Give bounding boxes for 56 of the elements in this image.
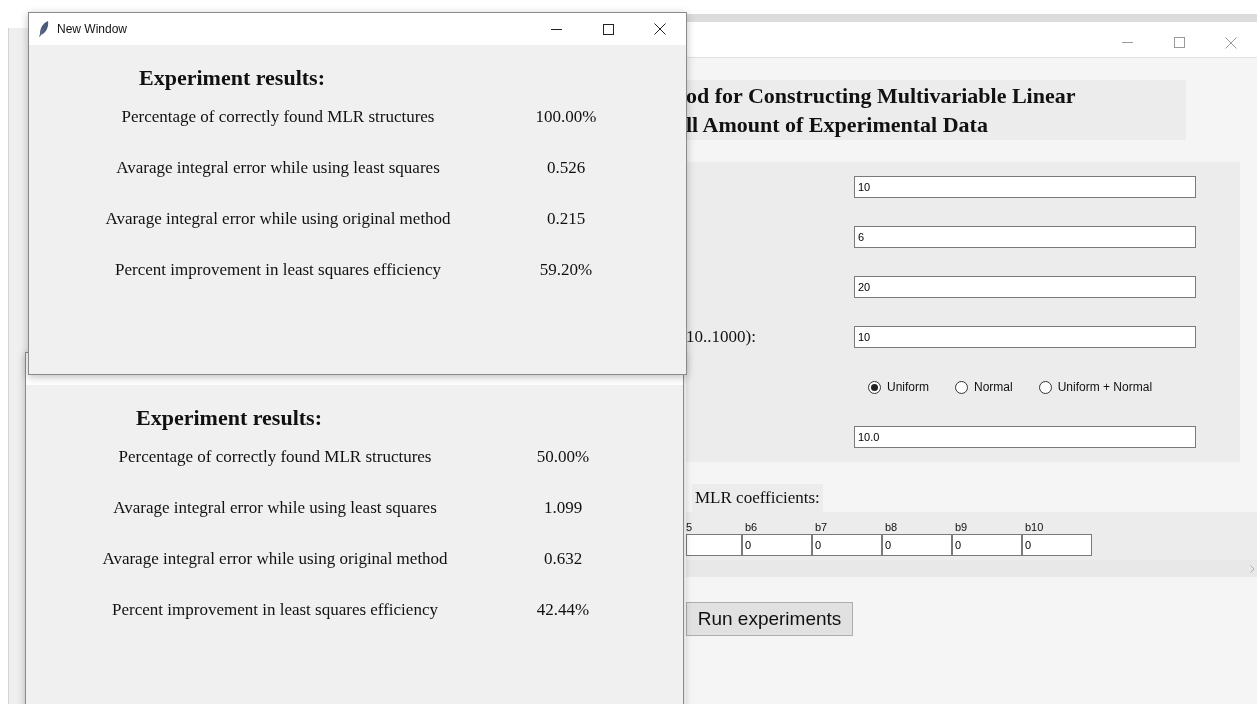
- app-title: od for Constructing Multivariable Linear: [686, 82, 1077, 110]
- radio-label: Normal: [974, 379, 1013, 396]
- result-label: Avarage integral error while using original method: [105, 207, 451, 230]
- radio-button[interactable]: [1038, 380, 1052, 394]
- input-field[interactable]: 6: [854, 226, 1196, 248]
- results-heading: Experiment results:: [135, 404, 322, 431]
- chevron-right-icon: [1250, 564, 1255, 573]
- coefficients-label: MLR coefficients:: [695, 487, 820, 510]
- feather-icon: [39, 21, 49, 37]
- coefficient-label: 5: [686, 520, 693, 534]
- result-label: Percentage of correctly found MLR structures: [121, 105, 435, 128]
- radio-button[interactable]: [955, 380, 968, 394]
- minimize-icon: [550, 28, 562, 30]
- input-field[interactable]: 10: [854, 176, 1196, 198]
- coefficient-label: b7: [814, 520, 828, 534]
- result-label: Percent improvement in least squares efficiency: [115, 258, 441, 281]
- field-label: 10..1000):: [686, 327, 756, 347]
- coefficient-field[interactable]: 0: [742, 534, 812, 556]
- coefficient-label: b8: [884, 520, 898, 534]
- coefficient-label: b6: [744, 520, 758, 534]
- result-value: 50.00%: [536, 445, 590, 468]
- maximize-icon: [1173, 37, 1185, 48]
- input-field[interactable]: 10.0: [854, 426, 1196, 448]
- result-value: 100.00%: [535, 105, 597, 128]
- result-value: 59.20%: [539, 258, 593, 281]
- radio-label: Uniform: [887, 379, 929, 396]
- input-field[interactable]: 10: [854, 326, 1196, 348]
- coefficient-field[interactable]: [686, 534, 742, 556]
- coefficient-field[interactable]: 0: [1022, 534, 1092, 556]
- result-value: 1.099: [543, 496, 583, 519]
- coefficient-label: b10: [1024, 520, 1044, 534]
- input-field[interactable]: 20: [854, 276, 1196, 298]
- maximize-icon: [602, 23, 614, 35]
- coefficient-field[interactable]: 0: [812, 534, 882, 556]
- result-value: 0.526: [546, 156, 586, 179]
- result-label: Avarage integral error while using least squares: [113, 496, 437, 519]
- coefficient-field[interactable]: 0: [952, 534, 1022, 556]
- results-heading: Experiment results:: [138, 64, 325, 91]
- result-label: Percentage of correctly found MLR structures: [118, 445, 432, 468]
- window-title: New Window: [57, 21, 128, 38]
- horizontal-scrollbar[interactable]: [686, 560, 1257, 577]
- coefficient-field[interactable]: 0: [882, 534, 952, 556]
- close-icon: [1225, 36, 1237, 49]
- coefficient-label: b9: [954, 520, 968, 534]
- result-label: Avarage integral error while using original method: [102, 547, 448, 570]
- result-label: Percent improvement in least squares efficiency: [112, 598, 438, 621]
- close-icon: [654, 23, 666, 35]
- result-value: 0.632: [543, 547, 583, 570]
- radio-button[interactable]: [868, 380, 881, 394]
- result-value: 42.44%: [536, 598, 590, 621]
- result-label: Avarage integral error while using least squares: [116, 156, 440, 179]
- radio-label: Uniform + Normal: [1057, 379, 1153, 396]
- result-value: 0.215: [546, 207, 586, 230]
- run-experiments-button[interactable]: Run experiments: [686, 602, 853, 636]
- minimize-icon: [1121, 42, 1133, 43]
- app-title: ll Amount of Experimental Data: [686, 111, 989, 139]
